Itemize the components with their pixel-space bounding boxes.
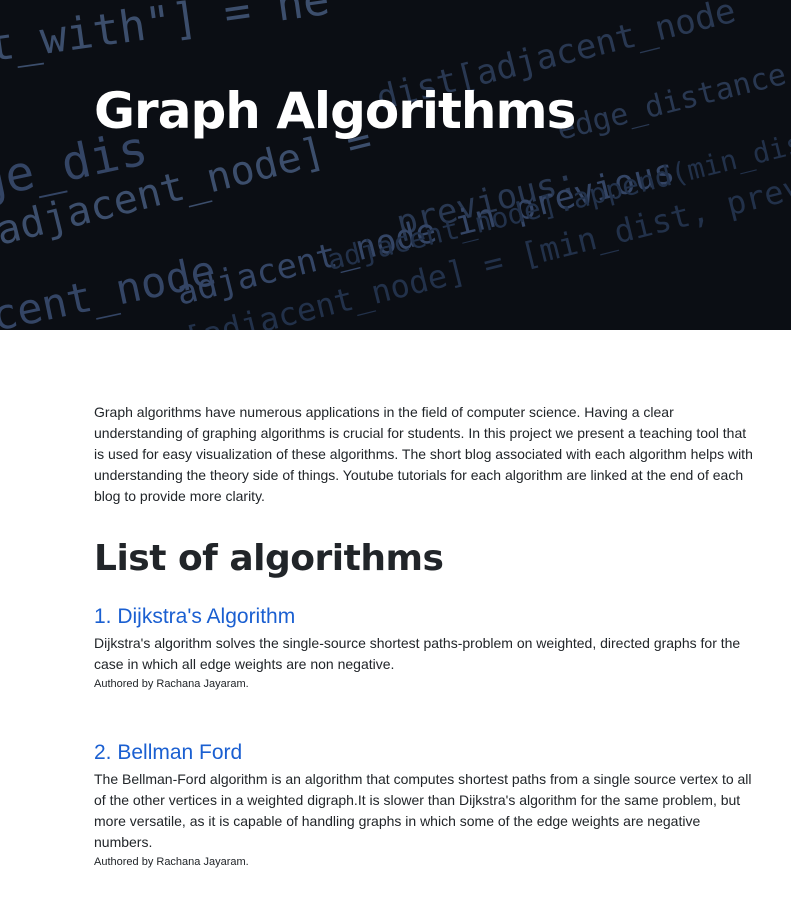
algorithm-item-dijkstra: 1. Dijkstra's Algorithm Dijkstra's algor…: [94, 603, 754, 693]
algorithm-description: The Bellman-Ford algorithm is an algorit…: [94, 771, 752, 850]
hero-banner: t_with"] = ne dist[adjacent_node edge_di…: [0, 0, 791, 330]
algorithm-author: Authored by Rachana Jayaram.: [94, 856, 249, 868]
hero-code-background: t_with"] = ne dist[adjacent_node edge_di…: [0, 0, 791, 330]
algorithm-author: Authored by Rachana Jayaram.: [94, 678, 249, 690]
algorithm-link-dijkstra[interactable]: 1. Dijkstra's Algorithm: [94, 603, 295, 631]
algorithm-description: Dijkstra's algorithm solves the single-s…: [94, 635, 741, 672]
main-content: Graph algorithms have numerous applicati…: [94, 402, 754, 871]
page-title: Graph Algorithms: [94, 82, 576, 140]
algorithm-link-bellman-ford[interactable]: 2. Bellman Ford: [94, 739, 242, 767]
algorithm-item-bellman-ford: 2. Bellman Ford The Bellman-Ford algorit…: [94, 739, 754, 871]
list-heading: List of algorithms: [94, 538, 444, 579]
intro-paragraph: Graph algorithms have numerous applicati…: [94, 404, 753, 504]
